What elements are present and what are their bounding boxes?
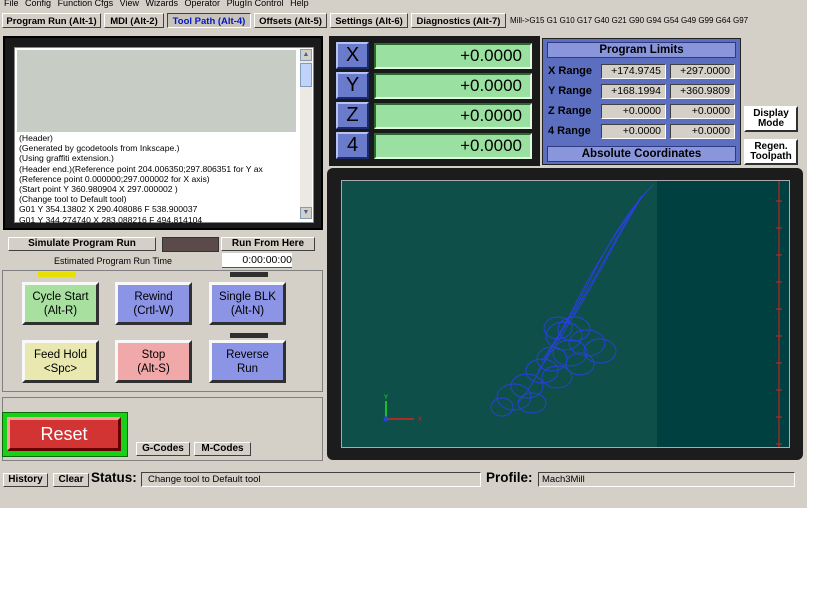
gcode-lines: (Header) (Generated by gcodetools from I… [19,133,297,225]
a-range-min: +0.0000 [601,124,666,139]
menu-file[interactable]: File [4,0,19,8]
y-range-max: +360.9809 [670,84,735,99]
z-range-label: Z Range [548,105,592,117]
simulation-indicator [162,237,219,252]
status-label: Status: [91,470,137,485]
scroll-up-icon[interactable]: ▲ [300,49,312,61]
history-button[interactable]: History [3,473,48,487]
single-blk-led [230,272,268,277]
axis-4-button[interactable]: 4 [336,132,369,159]
tab-diagnostics[interactable]: Diagnostics (Alt-7) [411,13,506,28]
profile-label: Profile: [486,470,533,485]
status-text: Change tool to Default tool [141,472,481,487]
gcode-panel: (Header) (Generated by gcodetools from I… [3,36,323,230]
cycle-start-button[interactable]: Cycle Start (Alt-R) [22,282,99,325]
gcode-line: (Start point Y 360.980904 X 297.000002 ) [19,183,178,194]
reverse-run-led [230,333,268,338]
menu-bar: File Config Function Cfgs View Wizards O… [0,0,807,10]
gcode-listing[interactable]: (Header) (Generated by gcodetools from I… [14,47,314,225]
modal-state-info: Mill->G15 G1 G10 G17 G40 G21 G90 G94 G54… [510,16,749,25]
tab-offsets[interactable]: Offsets (Alt-5) [254,13,327,28]
program-limits-title: Program Limits [547,42,736,58]
toolpath-viewport[interactable]: Y X [341,180,790,448]
gcode-line: (Generated by gcodetools from Inkscape.) [19,143,180,154]
a-range-label: 4 Range [548,125,591,137]
machine-limit-line [776,181,782,447]
y-dro[interactable]: +0.0000 [374,73,532,99]
menu-help[interactable]: Help [290,0,309,8]
simulate-program-run-button[interactable]: Simulate Program Run [8,237,156,251]
mach3-window: File Config Function Cfgs View Wizards O… [0,0,807,508]
menu-config[interactable]: Config [25,0,51,8]
run-from-here-button[interactable]: Run From Here [221,237,315,251]
y-range-min: +168.1994 [601,84,666,99]
cycle-start-led [38,272,76,277]
tab-mdi[interactable]: MDI (Alt-2) [104,13,164,28]
x-range-max: +297.0000 [670,64,735,79]
axis-x-button[interactable]: X [336,42,369,69]
menu-wizards[interactable]: Wizards [145,0,178,8]
axis-z-button[interactable]: Z [336,102,369,129]
gcode-line: (Change tool to Default tool) [19,194,127,205]
reset-button[interactable]: Reset [7,417,121,451]
profile-text: Mach3Mill [538,472,795,487]
a-range-max: +0.0000 [670,124,735,139]
clear-button[interactable]: Clear [53,473,89,487]
toolpath-canvas: Y X [342,181,782,447]
svg-text:X: X [418,417,422,423]
z-range-max: +0.0000 [670,104,735,119]
scroll-down-icon[interactable]: ▼ [300,207,312,219]
absolute-coordinates-button[interactable]: Absolute Coordinates [547,146,736,162]
single-block-button[interactable]: Single BLK (Alt-N) [209,282,286,325]
gcode-scrollbar[interactable]: ▲ ▼ [300,49,312,219]
feed-hold-button[interactable]: Feed Hold <Spc> [22,340,99,383]
gcode-line: (Header) [19,133,53,143]
menu-operator[interactable]: Operator [185,0,221,8]
tab-tool-path[interactable]: Tool Path (Alt-4) [167,13,251,28]
a-dro[interactable]: +0.0000 [374,133,532,159]
reset-frame: Reset [2,412,128,457]
gcode-line: G01 Y 344.274740 X 283.088216 F 494.8141… [19,214,203,225]
dro-panel: X +0.0000 Y +0.0000 Z +0.0000 4 +0.0000 [329,36,540,166]
rewind-button[interactable]: Rewind (Crtl-W) [115,282,192,325]
menu-plugin-control[interactable]: PlugIn Control [227,0,284,8]
gcode-line: (Reference point 0.000000;297.000002 for… [19,173,210,184]
display-mode-button[interactable]: Display Mode [744,106,798,132]
gcode-line: (Header end.)(Reference point 204.006350… [19,163,263,174]
regen-toolpath-button[interactable]: Regen. Toolpath [744,139,798,165]
status-bar: History Clear Status: Change tool to Def… [0,466,807,492]
gcode-preview-area [17,50,296,132]
estimated-time-value: 0:00:00:00 [222,253,292,268]
axis-y-button[interactable]: Y [336,72,369,99]
gcode-line: (Using graffiti extension.) [19,153,114,164]
reverse-run-button[interactable]: Reverse Run [209,340,286,383]
gcode-line: G01 Y 354.13802 X 290.408086 F 538.90003… [19,204,198,215]
z-range-min: +0.0000 [601,104,666,119]
m-codes-button[interactable]: M-Codes [194,442,251,456]
menu-view[interactable]: View [120,0,139,8]
scroll-thumb[interactable] [300,63,312,87]
estimated-time-label: Estimated Program Run Time [54,256,173,266]
toolpath-display-frame: Y X [327,168,803,460]
tab-program-run[interactable]: Program Run (Alt-1) [2,13,101,28]
y-range-label: Y Range [548,85,592,97]
menu-function-cfgs[interactable]: Function Cfgs [58,0,114,8]
tab-settings[interactable]: Settings (Alt-6) [330,13,408,28]
x-range-label: X Range [548,65,593,77]
z-dro[interactable]: +0.0000 [374,103,532,129]
svg-text:Y: Y [384,395,388,401]
screen-tabs: Program Run (Alt-1) MDI (Alt-2) Tool Pat… [0,11,807,31]
g-codes-button[interactable]: G-Codes [136,442,190,456]
machine-table-area [342,181,657,447]
program-limits-panel: Program Limits X Range +174.9745 +297.00… [542,38,741,165]
x-range-min: +174.9745 [601,64,666,79]
x-dro[interactable]: +0.0000 [374,43,532,69]
stop-button[interactable]: Stop (Alt-S) [115,340,192,383]
